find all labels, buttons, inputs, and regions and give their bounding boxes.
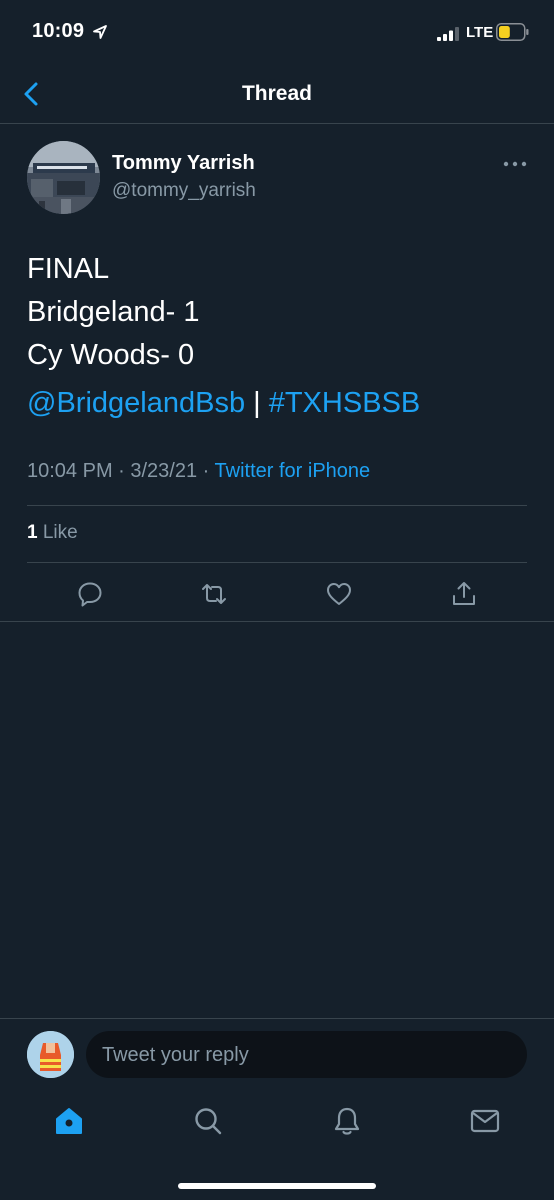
tweet-line: Cy Woods- 0	[27, 339, 195, 371]
nav-bar: Thread	[0, 66, 554, 124]
tweet-detail: Tommy Yarrish @tommy_yarrish FINAL Bridg…	[0, 124, 554, 622]
tweet-text: FINAL Bridgeland- 1 Cy Woods- 0	[27, 248, 200, 377]
like-count-label: Like	[42, 522, 78, 543]
search-icon[interactable]	[191, 1104, 225, 1138]
reply-placeholder: Tweet your reply	[102, 1044, 249, 1066]
divider	[27, 562, 527, 563]
likes-count[interactable]: 1 Like	[27, 522, 78, 544]
tweet-line: FINAL	[27, 253, 110, 285]
author-name[interactable]: Tommy Yarrish	[112, 152, 255, 175]
tweet-timestamp: 10:04 PM · 3/23/21 ·	[27, 460, 215, 482]
cellular-signal-icon	[437, 27, 459, 41]
messages-icon[interactable]	[468, 1104, 502, 1138]
home-indicator	[178, 1183, 376, 1189]
author-avatar[interactable]	[27, 141, 100, 214]
divider	[27, 505, 527, 506]
author-handle[interactable]: @tommy_yarrish	[112, 180, 256, 202]
status-bar: 10:09 LTE	[0, 0, 554, 66]
mention-link[interactable]: @BridgelandBsb	[27, 387, 245, 419]
like-count-number: 1	[27, 522, 38, 543]
battery-icon	[496, 23, 529, 41]
like-heart-icon[interactable]	[325, 580, 353, 608]
page-title: Thread	[241, 82, 312, 105]
more-options-icon[interactable]	[502, 160, 528, 168]
status-time: 10:09	[32, 20, 85, 42]
link-separator: |	[253, 387, 261, 419]
retweet-icon[interactable]	[200, 580, 228, 608]
tweet-line: Bridgeland- 1	[27, 296, 200, 328]
location-arrow-icon	[93, 25, 107, 39]
reply-input[interactable]: Tweet your reply	[86, 1031, 527, 1078]
reply-icon[interactable]	[76, 580, 104, 608]
home-icon[interactable]	[52, 1104, 86, 1138]
share-icon[interactable]	[450, 580, 478, 608]
tweet-links: @BridgelandBsb | #TXHSBSB	[27, 387, 420, 420]
reply-composer: Tweet your reply	[0, 1018, 554, 1093]
network-type: LTE	[466, 24, 494, 41]
tweet-metadata: 10:04 PM · 3/23/21 · Twitter for iPhone	[27, 460, 370, 483]
user-avatar[interactable]	[27, 1031, 74, 1078]
notifications-icon[interactable]	[330, 1104, 364, 1138]
tweet-source-link[interactable]: Twitter for iPhone	[215, 460, 371, 482]
hashtag-link[interactable]: #TXHSBSB	[269, 387, 421, 419]
